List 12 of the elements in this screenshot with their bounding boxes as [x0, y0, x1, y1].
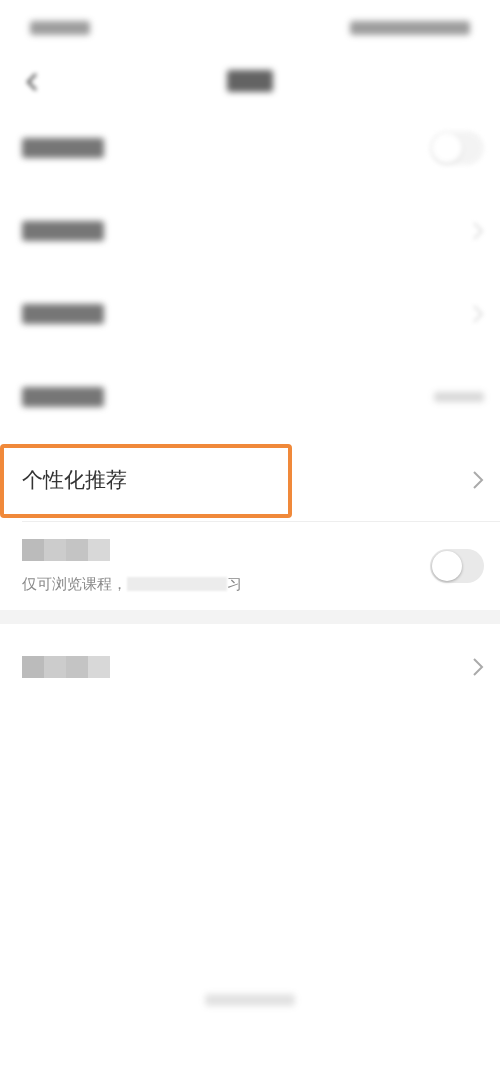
- toggle-switch[interactable]: [430, 549, 484, 583]
- chevron-icon: [472, 657, 484, 677]
- blurred-title: [227, 70, 273, 92]
- blurred-status-text: [30, 21, 90, 35]
- setting-label: 个性化推荐: [22, 466, 127, 494]
- back-icon[interactable]: [26, 72, 38, 92]
- setting-description: 习: [227, 574, 242, 594]
- settings-row[interactable]: 个性化推荐: [0, 438, 500, 521]
- settings-row[interactable]: 仅可浏览课程， 习: [0, 522, 500, 610]
- chevron-icon: [472, 469, 484, 490]
- blurred-value: [434, 391, 484, 402]
- setting-description: 仅可浏览课程，: [22, 574, 127, 594]
